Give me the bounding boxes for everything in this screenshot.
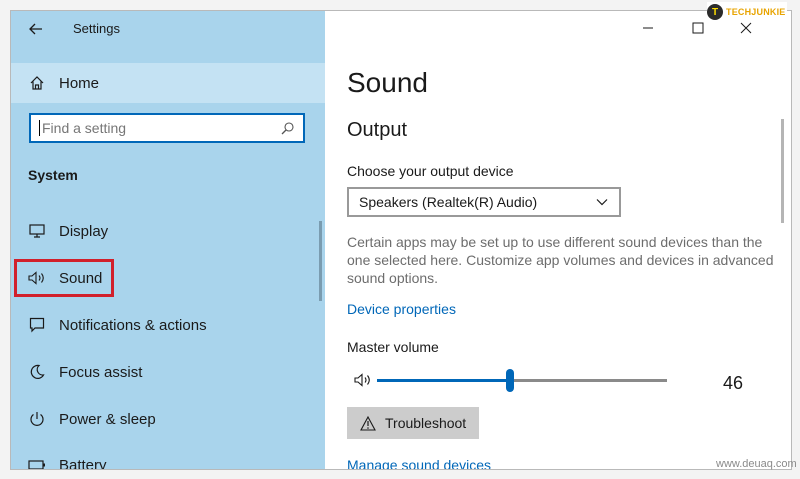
speaker-icon: [354, 373, 370, 387]
brand-logo-mark: T: [707, 4, 723, 20]
sidebar-item-label: Power & sleep: [59, 410, 156, 428]
sidebar-item-home[interactable]: Home: [11, 63, 325, 103]
output-device-value: Speakers (Realtek(R) Audio): [359, 194, 538, 210]
warning-icon: [359, 414, 377, 432]
sidebar-item-power-sleep[interactable]: Power & sleep: [11, 399, 325, 439]
back-arrow-icon: [29, 23, 42, 35]
minimize-icon: [643, 27, 653, 29]
sidebar: Settings Home Find a setting System Disp…: [11, 11, 325, 469]
troubleshoot-label: Troubleshoot: [385, 415, 467, 431]
volume-mute-button[interactable]: [353, 371, 373, 389]
main-content: Sound Output Choose your output device S…: [325, 11, 791, 469]
slider-fill: [377, 379, 511, 382]
troubleshoot-button[interactable]: Troubleshoot: [347, 407, 479, 439]
chevron-down-icon: [595, 195, 609, 209]
output-device-label: Choose your output device: [347, 163, 514, 179]
title-bar: Settings: [11, 11, 325, 47]
sidebar-item-display[interactable]: Display: [11, 211, 325, 251]
minimize-button[interactable]: [627, 15, 669, 41]
home-icon: [27, 73, 47, 93]
selection-highlight-box: [14, 259, 114, 297]
screenshot-frame: Settings Home Find a setting System Disp…: [0, 0, 800, 479]
text-cursor: [39, 120, 40, 136]
master-volume-slider[interactable]: [377, 369, 667, 392]
search-icon[interactable]: [279, 120, 295, 136]
search-input[interactable]: Find a setting: [29, 113, 305, 143]
battery-icon: [27, 455, 47, 469]
techjunkie-logo: T TECHJUNKIE: [707, 2, 787, 22]
sidebar-home-label: Home: [59, 74, 100, 92]
master-volume-label: Master volume: [347, 339, 439, 355]
watermark-text: www.deuaq.com: [716, 458, 797, 470]
power-icon: [27, 409, 47, 429]
back-button[interactable]: [25, 19, 47, 39]
slider-thumb[interactable]: [506, 369, 515, 392]
device-properties-link[interactable]: Device properties: [347, 301, 456, 317]
output-description: Certain apps may be set up to use differ…: [347, 233, 774, 287]
sidebar-item-battery[interactable]: Battery: [11, 445, 325, 470]
page-title: Sound: [347, 67, 428, 98]
maximize-icon: [692, 22, 704, 34]
window-title: Settings: [73, 21, 120, 36]
section-heading-system: System: [28, 167, 78, 183]
close-icon: [740, 22, 752, 34]
output-device-dropdown[interactable]: Speakers (Realtek(R) Audio): [347, 187, 621, 217]
section-heading-output: Output: [347, 119, 408, 141]
description-line: one selected here. Customize app volumes…: [347, 252, 774, 268]
content-scrollbar[interactable]: [781, 119, 784, 223]
settings-window: Settings Home Find a setting System Disp…: [10, 10, 792, 470]
notification-icon: [27, 315, 47, 335]
sidebar-item-notifications[interactable]: Notifications & actions: [11, 305, 325, 345]
sidebar-item-label: Battery: [59, 456, 107, 470]
moon-icon: [27, 362, 47, 382]
volume-value: 46: [723, 373, 744, 393]
brand-logo-text: TECHJUNKIE: [726, 7, 786, 17]
sidebar-item-focus-assist[interactable]: Focus assist: [11, 352, 325, 392]
description-line: sound options.: [347, 270, 439, 286]
description-line: Certain apps may be set up to use differ…: [347, 234, 763, 250]
search-placeholder: Find a setting: [42, 120, 127, 136]
manage-sound-devices-link[interactable]: Manage sound devices: [347, 457, 491, 469]
sidebar-scrollbar[interactable]: [319, 221, 322, 301]
sidebar-item-label: Focus assist: [59, 363, 143, 381]
monitor-icon: [27, 221, 47, 241]
sidebar-item-label: Display: [59, 222, 109, 240]
sidebar-item-label: Notifications & actions: [59, 316, 207, 334]
